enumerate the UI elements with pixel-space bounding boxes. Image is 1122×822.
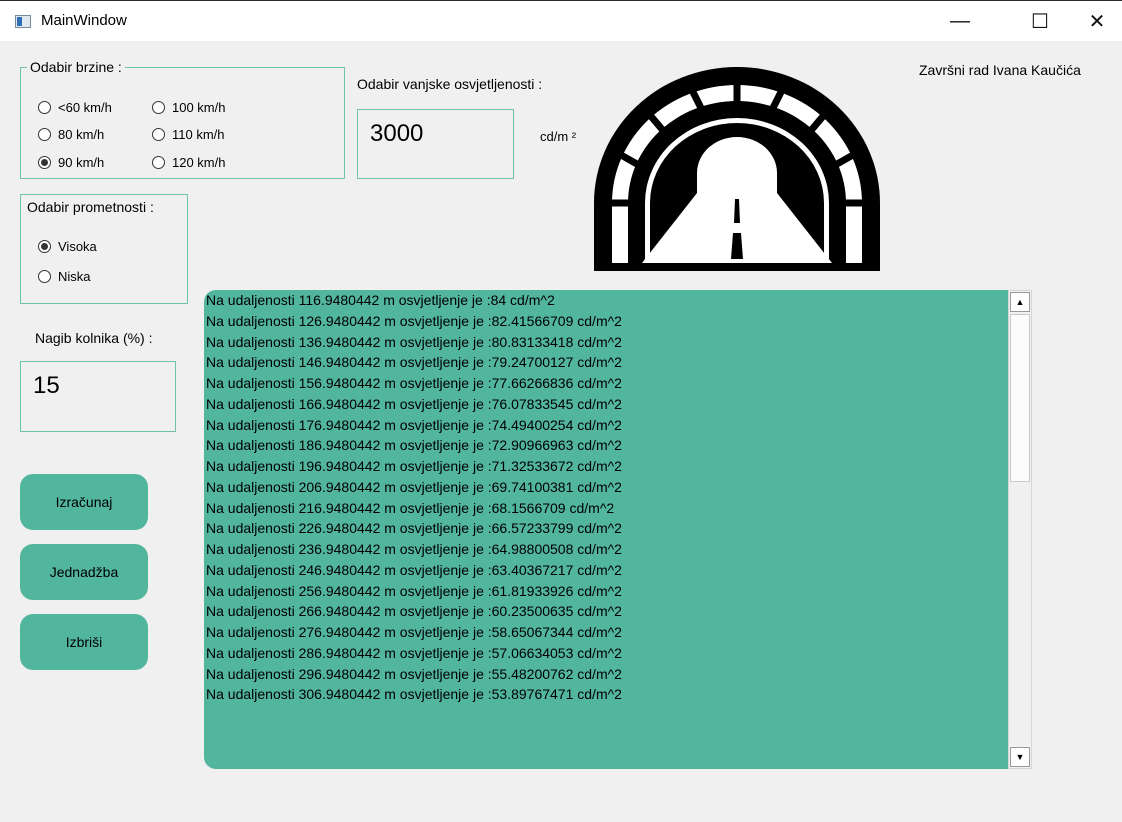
results-rows: Na udaljenosti 116.9480442 m osvjetljenj… (206, 290, 622, 705)
slope-input[interactable]: 15 (20, 361, 176, 432)
maximize-button[interactable]: ☐ (1017, 1, 1063, 41)
main-window: MainWindow — ☐ ✕ Odabir brzine : <60 km/… (0, 0, 1122, 822)
list-item[interactable]: Na udaljenosti 176.9480442 m osvjetljenj… (206, 415, 622, 436)
minimize-button[interactable]: — (937, 1, 983, 41)
radio-indicator (38, 270, 51, 283)
tunnel-icon (594, 67, 880, 271)
radio-indicator (152, 156, 165, 169)
speed-option-80[interactable]: 80 km/h (38, 127, 104, 142)
list-item[interactable]: Na udaljenosti 256.9480442 m osvjetljenj… (206, 581, 622, 602)
radio-indicator-selected (38, 240, 51, 253)
calculate-button[interactable]: Izračunaj (20, 474, 148, 530)
list-item[interactable]: Na udaljenosti 166.9480442 m osvjetljenj… (206, 394, 622, 415)
traffic-option-visoka[interactable]: Visoka (38, 239, 97, 254)
speed-group-title: Odabir brzine : (27, 59, 125, 75)
list-item[interactable]: Na udaljenosti 216.9480442 m osvjetljenj… (206, 498, 622, 519)
window-title: MainWindow (41, 12, 127, 29)
list-item[interactable]: Na udaljenosti 246.9480442 m osvjetljenj… (206, 560, 622, 581)
list-item[interactable]: Na udaljenosti 296.9480442 m osvjetljenj… (206, 664, 622, 685)
speed-option-label: 100 km/h (172, 100, 226, 115)
list-item[interactable]: Na udaljenosti 116.9480442 m osvjetljenj… (206, 290, 622, 311)
traffic-group-title: Odabir prometnosti : (24, 199, 157, 215)
client-area: Odabir brzine : <60 km/h 80 km/h 90 km/h… (0, 41, 1122, 822)
list-item[interactable]: Na udaljenosti 146.9480442 m osvjetljenj… (206, 352, 622, 373)
speed-option-label: 90 km/h (58, 155, 105, 170)
radio-indicator (152, 128, 165, 141)
radio-indicator-selected (38, 156, 51, 169)
list-item[interactable]: Na udaljenosti 196.9480442 m osvjetljenj… (206, 456, 622, 477)
author-label: Završni rad Ivana Kaučića (919, 62, 1081, 78)
traffic-option-niska[interactable]: Niska (38, 269, 91, 284)
delete-button[interactable]: Izbriši (20, 614, 148, 670)
speed-option-100[interactable]: 100 km/h (152, 100, 225, 115)
slope-label: Nagib kolnika (%) : (35, 330, 153, 346)
lighting-input[interactable]: 3000 (357, 109, 514, 179)
close-button[interactable]: ✕ (1074, 1, 1120, 41)
scroll-up-button[interactable]: ▲ (1010, 292, 1030, 312)
speed-option-label: 80 km/h (58, 127, 105, 142)
list-item[interactable]: Na udaljenosti 276.9480442 m osvjetljenj… (206, 622, 622, 643)
list-item[interactable]: Na udaljenosti 136.9480442 m osvjetljenj… (206, 332, 622, 353)
list-item[interactable]: Na udaljenosti 206.9480442 m osvjetljenj… (206, 477, 622, 498)
speed-option-90[interactable]: 90 km/h (38, 155, 104, 170)
speed-option-110[interactable]: 110 km/h (152, 127, 225, 142)
list-item[interactable]: Na udaljenosti 226.9480442 m osvjetljenj… (206, 518, 622, 539)
list-item[interactable]: Na udaljenosti 286.9480442 m osvjetljenj… (206, 643, 622, 664)
list-item[interactable]: Na udaljenosti 156.9480442 m osvjetljenj… (206, 373, 622, 394)
list-item[interactable]: Na udaljenosti 236.9480442 m osvjetljenj… (206, 539, 622, 560)
list-item[interactable]: Na udaljenosti 306.9480442 m osvjetljenj… (206, 684, 622, 705)
radio-indicator (38, 128, 51, 141)
speed-option-lt60[interactable]: <60 km/h (38, 100, 112, 115)
traffic-option-label: Niska (58, 269, 91, 284)
results-scrollbar[interactable]: ▲ ▼ (1008, 290, 1032, 769)
speed-option-label: <60 km/h (58, 100, 112, 115)
lighting-unit: cd/m ² (540, 129, 577, 144)
lighting-label: Odabir vanjske osvjetljenosti : (357, 76, 543, 92)
list-item[interactable]: Na udaljenosti 126.9480442 m osvjetljenj… (206, 311, 622, 332)
scroll-down-button[interactable]: ▼ (1010, 747, 1030, 767)
title-bar[interactable]: MainWindow — ☐ ✕ (0, 1, 1122, 41)
traffic-option-label: Visoka (58, 239, 97, 254)
speed-option-120[interactable]: 120 km/h (152, 155, 225, 170)
scroll-thumb[interactable] (1010, 314, 1030, 482)
radio-indicator (152, 101, 165, 114)
app-icon (15, 15, 31, 28)
lighting-value: 3000 (370, 120, 424, 147)
speed-option-label: 120 km/h (172, 155, 226, 170)
radio-indicator (38, 101, 51, 114)
slope-value: 15 (33, 372, 60, 399)
speed-option-label: 110 km/h (172, 127, 225, 142)
list-item[interactable]: Na udaljenosti 186.9480442 m osvjetljenj… (206, 435, 622, 456)
equation-button[interactable]: Jednadžba (20, 544, 148, 600)
list-item[interactable]: Na udaljenosti 266.9480442 m osvjetljenj… (206, 601, 622, 622)
results-list[interactable]: Na udaljenosti 116.9480442 m osvjetljenj… (204, 290, 1008, 769)
